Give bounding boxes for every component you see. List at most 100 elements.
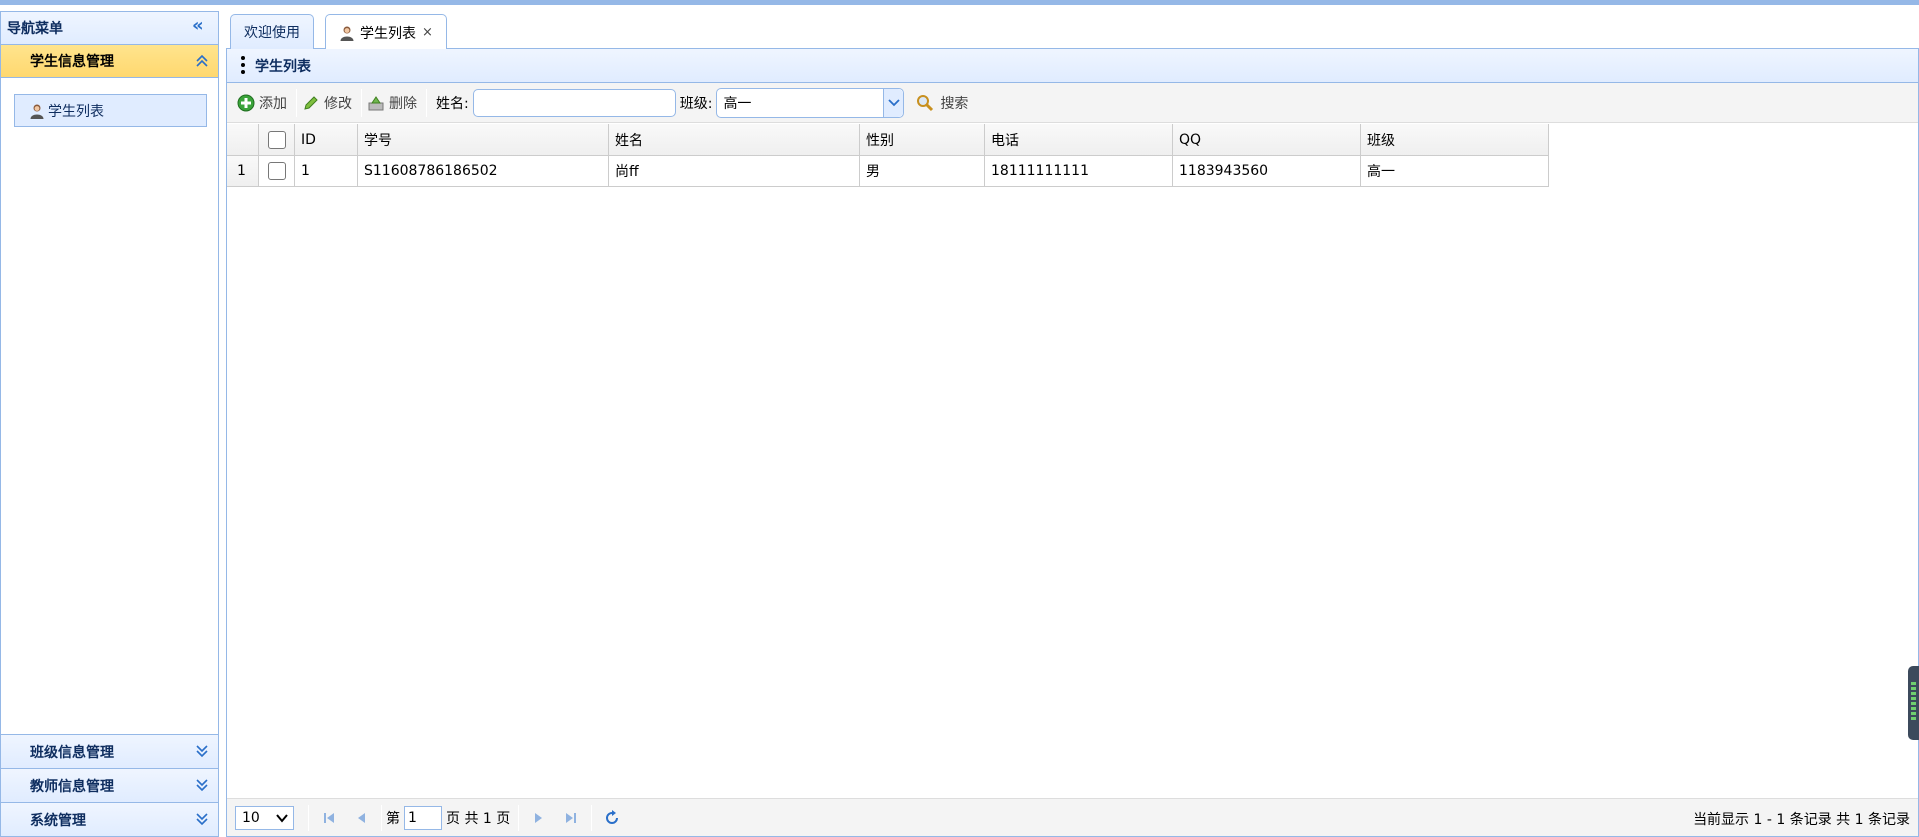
nav-title: 导航菜单	[7, 21, 63, 37]
delete-button[interactable]: 删除	[365, 88, 423, 118]
column-header-name[interactable]: 姓名	[609, 124, 860, 156]
panel-header: 学生列表	[227, 49, 1918, 83]
close-icon[interactable]: ×	[422, 25, 433, 40]
sidebar-item-student-list[interactable]: 学生列表	[14, 94, 207, 127]
top-accent-bar	[0, 0, 1919, 5]
search-button-label: 搜索	[940, 95, 969, 112]
row-number: 1	[227, 156, 259, 187]
first-page-button[interactable]	[318, 806, 340, 830]
prev-page-button[interactable]	[350, 806, 372, 830]
pagination-info: 当前显示 1 - 1 条记录 共 1 条记录	[1693, 812, 1910, 828]
last-page-button[interactable]	[560, 806, 582, 830]
accordion-label: 系统管理	[30, 812, 86, 829]
accordion-collapsed-group: 班级信息管理 教师信息管理 系统管理	[1, 734, 218, 836]
add-button[interactable]: 添加	[235, 88, 293, 118]
tab-welcome[interactable]: 欢迎使用	[230, 14, 314, 49]
cell-student-no: S11608786186502	[358, 156, 609, 187]
class-filter-label: 班级:	[679, 95, 713, 112]
column-header-phone[interactable]: 电话	[985, 124, 1173, 156]
class-select-value: 高一	[723, 95, 752, 112]
sidebar-item-label: 学生列表	[48, 103, 104, 120]
cell-gender: 男	[860, 156, 985, 187]
edit-button-label: 修改	[324, 95, 352, 112]
pager-separator	[308, 804, 309, 831]
page-size-select[interactable]: 10	[235, 805, 294, 830]
more-vertical-icon	[241, 56, 245, 76]
page-number-input[interactable]	[404, 805, 442, 830]
chevron-double-down-icon[interactable]	[194, 810, 210, 828]
prev-page-icon	[358, 812, 365, 823]
tab-strip: 欢迎使用 学生列表 ×	[226, 11, 1919, 50]
column-header-student-no[interactable]: 学号	[358, 124, 609, 156]
row-checkbox[interactable]	[267, 162, 286, 180]
pager-separator	[591, 804, 593, 831]
refresh-icon	[606, 809, 619, 824]
name-filter-label: 姓名:	[436, 95, 469, 112]
delete-button-label: 删除	[389, 95, 417, 112]
chevron-double-down-icon[interactable]	[194, 776, 210, 794]
user-icon	[340, 26, 354, 41]
edit-button[interactable]: 修改	[300, 88, 358, 118]
chevron-down-icon[interactable]	[883, 88, 904, 117]
rownumber-header	[227, 124, 259, 156]
delete-icon	[368, 95, 384, 110]
tab-label: 欢迎使用	[244, 25, 300, 41]
accordion-teacher-management[interactable]: 教师信息管理	[1, 768, 218, 802]
cell-qq: 1183943560	[1173, 156, 1361, 187]
tab-student-list[interactable]: 学生列表 ×	[325, 14, 447, 50]
accordion-label: 教师信息管理	[30, 778, 114, 795]
next-page-button[interactable]	[528, 806, 550, 830]
add-icon	[237, 94, 255, 111]
last-page-icon	[566, 812, 577, 823]
toolbar-separator	[426, 88, 427, 117]
select-all-checkbox[interactable]	[267, 130, 286, 149]
accordion-label: 学生信息管理	[30, 54, 114, 70]
search-icon	[917, 94, 934, 111]
pencil-icon	[304, 95, 318, 110]
table-row[interactable]: 1 1 S11608786186502 尚ff 男 18111111111 11…	[227, 156, 1549, 187]
toolbar: 添加 修改 删除 姓名: 班级: 高一 搜索	[227, 83, 1918, 123]
cell-name: 尚ff	[609, 156, 860, 187]
name-search-input[interactable]	[472, 88, 676, 117]
nav-header: 导航菜单 «	[1, 12, 218, 45]
accordion-label: 班级信息管理	[30, 744, 114, 761]
refresh-button[interactable]	[601, 806, 623, 830]
pager-separator	[381, 804, 382, 831]
cell-phone: 18111111111	[985, 156, 1173, 187]
column-header-class[interactable]: 班级	[1361, 124, 1549, 156]
column-header-id[interactable]: ID	[295, 124, 358, 156]
first-page-icon	[324, 812, 334, 823]
column-header-qq[interactable]: QQ	[1173, 124, 1361, 156]
add-button-label: 添加	[259, 95, 287, 112]
column-header-gender[interactable]: 性别	[860, 124, 985, 156]
collapse-left-icon[interactable]: «	[192, 17, 208, 35]
page-prefix-label: 第	[386, 810, 400, 827]
side-drawer-handle[interactable]	[1908, 666, 1919, 740]
nav-panel: 导航菜单 « 学生信息管理 学生列表 班级信息管理 教师信息管理 系统管理	[0, 11, 219, 837]
next-page-icon	[535, 812, 543, 823]
search-button[interactable]: 搜索	[916, 93, 968, 113]
student-table: ID 学号 姓名 性别 电话 QQ 班级 1 1 S11608786186502…	[227, 124, 1549, 187]
cell-id: 1	[295, 156, 358, 187]
student-list-panel: 学生列表 添加 修改 删除 姓名: 班级: 高一 搜索 ID 学号 姓名 性别 …	[226, 49, 1919, 837]
accordion-class-management[interactable]: 班级信息管理	[1, 734, 218, 768]
chevron-down-icon	[276, 813, 288, 823]
pager-separator	[518, 804, 520, 831]
accordion-system-management[interactable]: 系统管理	[1, 802, 218, 836]
accordion-body-student: 学生列表	[1, 78, 218, 768]
cell-class: 高一	[1361, 156, 1549, 187]
panel-title: 学生列表	[255, 58, 311, 75]
row-checkbox-cell	[259, 156, 295, 187]
toolbar-separator	[296, 88, 297, 117]
page-size-value: 10	[242, 809, 260, 826]
chevron-double-down-icon[interactable]	[194, 742, 210, 760]
pagination-bar: 10 第 页 共 1 页 当前显示 1 - 1 条记录 共 1 条记录	[227, 798, 1918, 836]
accordion-student-management[interactable]: 学生信息管理	[1, 45, 218, 78]
toolbar-separator	[361, 88, 362, 117]
page-total-label: 页 共 1 页	[446, 810, 511, 827]
tab-label: 学生列表	[360, 25, 416, 42]
class-select[interactable]: 高一	[716, 87, 905, 118]
chevron-double-up-icon[interactable]	[194, 52, 210, 70]
table-header-row: ID 学号 姓名 性别 电话 QQ 班级	[227, 124, 1549, 156]
select-all-cell	[259, 124, 295, 156]
